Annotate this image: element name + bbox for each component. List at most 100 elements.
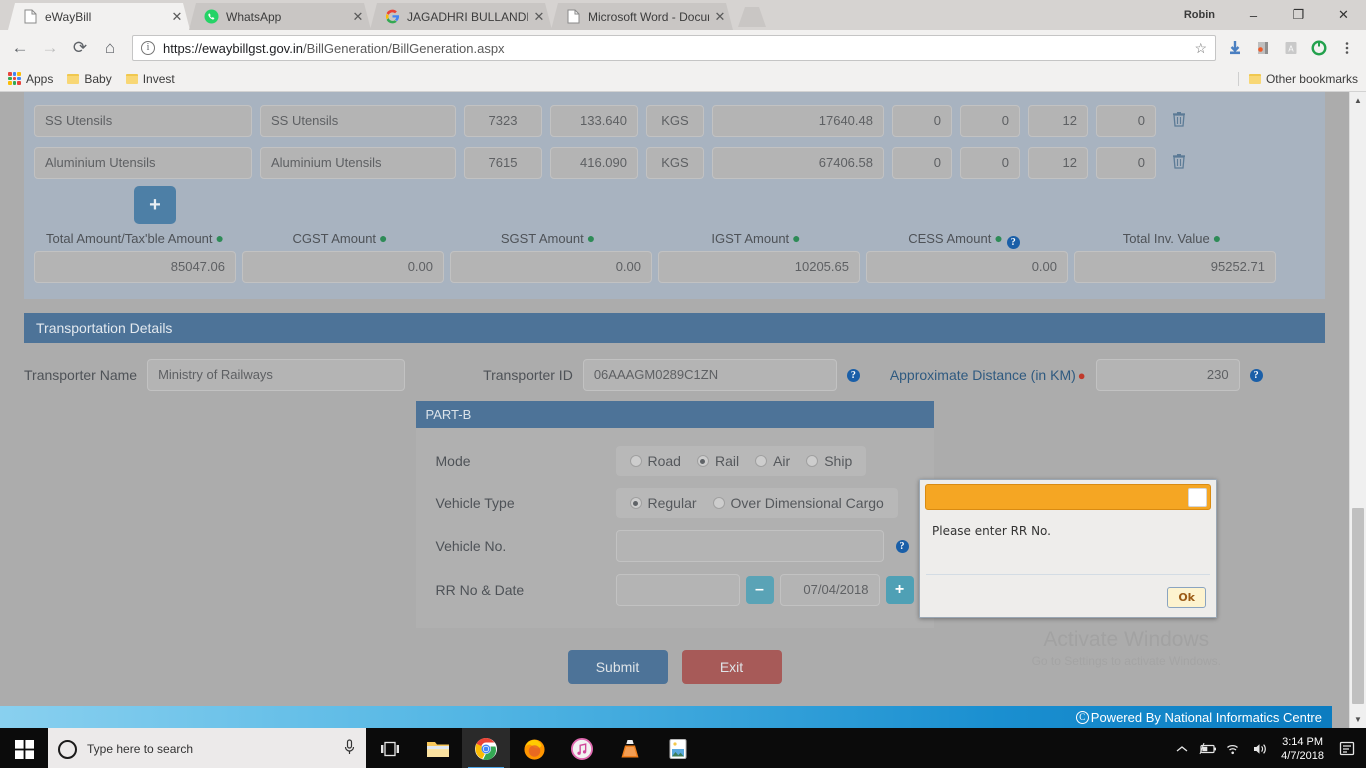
close-icon[interactable]: ✕ [1321, 0, 1366, 30]
battery-icon[interactable] [1195, 728, 1221, 768]
igst-amount-input[interactable]: 10205.65 [658, 251, 860, 283]
wifi-icon[interactable] [1221, 728, 1247, 768]
pdf-extension-icon[interactable]: A [1278, 35, 1304, 61]
total-amount-input[interactable]: 85047.06 [34, 251, 236, 283]
page-scrollbar[interactable]: ▲ ▼ [1349, 92, 1366, 728]
transporter-name-input[interactable]: Ministry of Railways [147, 359, 406, 391]
photos-icon[interactable] [654, 728, 702, 768]
vehicle-no-input[interactable] [615, 530, 884, 562]
chrome-menu-icon[interactable] [1334, 35, 1360, 61]
tab-close-icon[interactable]: ✕ [351, 10, 365, 24]
igst-rate-input[interactable]: 12 [1028, 147, 1088, 179]
product-name-input[interactable]: SS Utensils [34, 105, 252, 137]
help-icon[interactable]: ? [895, 539, 909, 553]
cgst-rate-input[interactable]: 0 [892, 105, 952, 137]
browser-tab-jagadhri[interactable]: JAGADHRI BULLANDHSA ✕ [370, 3, 552, 30]
home-icon[interactable]: ⌂ [96, 34, 124, 62]
firefox-icon[interactable] [510, 728, 558, 768]
quantity-input[interactable]: 133.640 [550, 105, 638, 137]
distance-input[interactable]: 230 [1095, 359, 1240, 391]
mode-option-rail[interactable]: Rail [696, 453, 739, 469]
cess-amount-input[interactable]: 0.00 [866, 251, 1068, 283]
taxable-value-input[interactable]: 67406.58 [712, 147, 884, 179]
igst-rate-input[interactable]: 12 [1028, 105, 1088, 137]
mode-option-ship[interactable]: Ship [806, 453, 852, 469]
unit-input[interactable]: KGS [646, 147, 704, 179]
hsn-input[interactable]: 7323 [464, 105, 542, 137]
help-icon[interactable]: ? [1249, 368, 1263, 382]
volume-icon[interactable] [1247, 728, 1273, 768]
scroll-up-icon[interactable]: ▲ [1350, 92, 1366, 109]
product-name-input[interactable]: Aluminium Utensils [34, 147, 252, 179]
sgst-amount-input[interactable]: 0.00 [450, 251, 652, 283]
add-rr-button[interactable]: + [885, 576, 914, 604]
tab-close-icon[interactable]: ✕ [170, 10, 184, 24]
file-explorer-icon[interactable] [414, 728, 462, 768]
bookmark-invest[interactable]: Invest [125, 72, 175, 86]
scrollbar-thumb[interactable] [1352, 508, 1364, 704]
browser-tab-ewaybill[interactable]: eWayBill ✕ [8, 3, 190, 30]
add-item-button[interactable]: + [134, 186, 176, 224]
task-view-icon[interactable] [366, 728, 414, 768]
close-icon[interactable] [1188, 487, 1207, 507]
back-icon[interactable]: ← [6, 34, 34, 62]
maximize-icon[interactable]: ❐ [1276, 0, 1321, 30]
sgst-rate-input[interactable]: 0 [960, 147, 1020, 179]
browser-profile-name[interactable]: Robin [1184, 9, 1215, 21]
sgst-rate-input[interactable]: 0 [960, 105, 1020, 137]
vehicle-type-option-odc[interactable]: Over Dimensional Cargo [712, 495, 884, 511]
minimize-icon[interactable]: – [1231, 0, 1276, 30]
new-tab-button[interactable] [738, 7, 766, 27]
green-extension-icon[interactable] [1306, 35, 1332, 61]
taxable-value-input[interactable]: 17640.48 [712, 105, 884, 137]
help-icon[interactable]: ? [846, 368, 860, 382]
forward-icon[interactable]: → [36, 34, 64, 62]
bookmark-apps[interactable]: Apps [8, 72, 53, 86]
quantity-input[interactable]: 416.090 [550, 147, 638, 179]
browser-tab-word[interactable]: Microsoft Word - Docum ✕ [551, 3, 733, 30]
start-button[interactable] [0, 728, 48, 768]
vlc-icon[interactable] [606, 728, 654, 768]
rr-date-input[interactable]: 07/04/2018 [779, 574, 880, 606]
cgst-rate-input[interactable]: 0 [892, 147, 952, 179]
unit-input[interactable]: KGS [646, 105, 704, 137]
reload-icon[interactable]: ⟳ [66, 34, 94, 62]
cess-rate-input[interactable]: 0 [1096, 147, 1156, 179]
help-icon[interactable]: ? [1006, 236, 1020, 249]
search-input[interactable]: Type here to search [87, 742, 343, 756]
clock[interactable]: 3:14 PM 4/7/2018 [1273, 735, 1332, 763]
scroll-down-icon[interactable]: ▼ [1350, 711, 1366, 728]
vehicle-type-option-regular[interactable]: Regular [629, 495, 697, 511]
tab-close-icon[interactable]: ✕ [532, 10, 546, 24]
trash-icon[interactable] [1164, 153, 1194, 174]
remove-rr-button[interactable]: – [745, 576, 774, 604]
submit-button[interactable]: Submit [567, 650, 668, 684]
mode-option-road[interactable]: Road [629, 453, 681, 469]
trash-icon[interactable] [1164, 111, 1194, 132]
hsn-input[interactable]: 7615 [464, 147, 542, 179]
orange-extension-icon[interactable] [1250, 35, 1276, 61]
cess-rate-input[interactable]: 0 [1096, 105, 1156, 137]
action-center-icon[interactable] [1332, 728, 1362, 768]
dialog-ok-button[interactable]: Ok [1167, 587, 1206, 608]
browser-tab-whatsapp[interactable]: WhatsApp ✕ [189, 3, 371, 30]
chrome-icon[interactable] [462, 728, 510, 768]
bookmark-star-icon[interactable]: ☆ [1194, 40, 1207, 57]
mode-option-air[interactable]: Air [755, 453, 790, 469]
bookmark-baby[interactable]: Baby [67, 72, 112, 86]
exit-button[interactable]: Exit [681, 650, 782, 684]
tab-close-icon[interactable]: ✕ [713, 10, 727, 24]
description-input[interactable]: SS Utensils [260, 105, 456, 137]
rr-no-input[interactable] [615, 574, 740, 606]
total-inv-value-input[interactable]: 95252.71 [1074, 251, 1276, 283]
cgst-amount-input[interactable]: 0.00 [242, 251, 444, 283]
itunes-icon[interactable] [558, 728, 606, 768]
search-box[interactable]: Type here to search [48, 728, 366, 768]
address-bar[interactable]: i https://ewaybillgst.gov.in/BillGenerat… [132, 35, 1216, 61]
description-input[interactable]: Aluminium Utensils [260, 147, 456, 179]
microphone-icon[interactable] [343, 738, 356, 760]
show-hidden-icons-icon[interactable] [1169, 728, 1195, 768]
site-info-icon[interactable]: i [141, 41, 155, 55]
other-bookmarks[interactable]: Other bookmarks [1237, 71, 1358, 86]
transporter-id-input[interactable]: 06AAAGM0289C1ZN [582, 359, 837, 391]
